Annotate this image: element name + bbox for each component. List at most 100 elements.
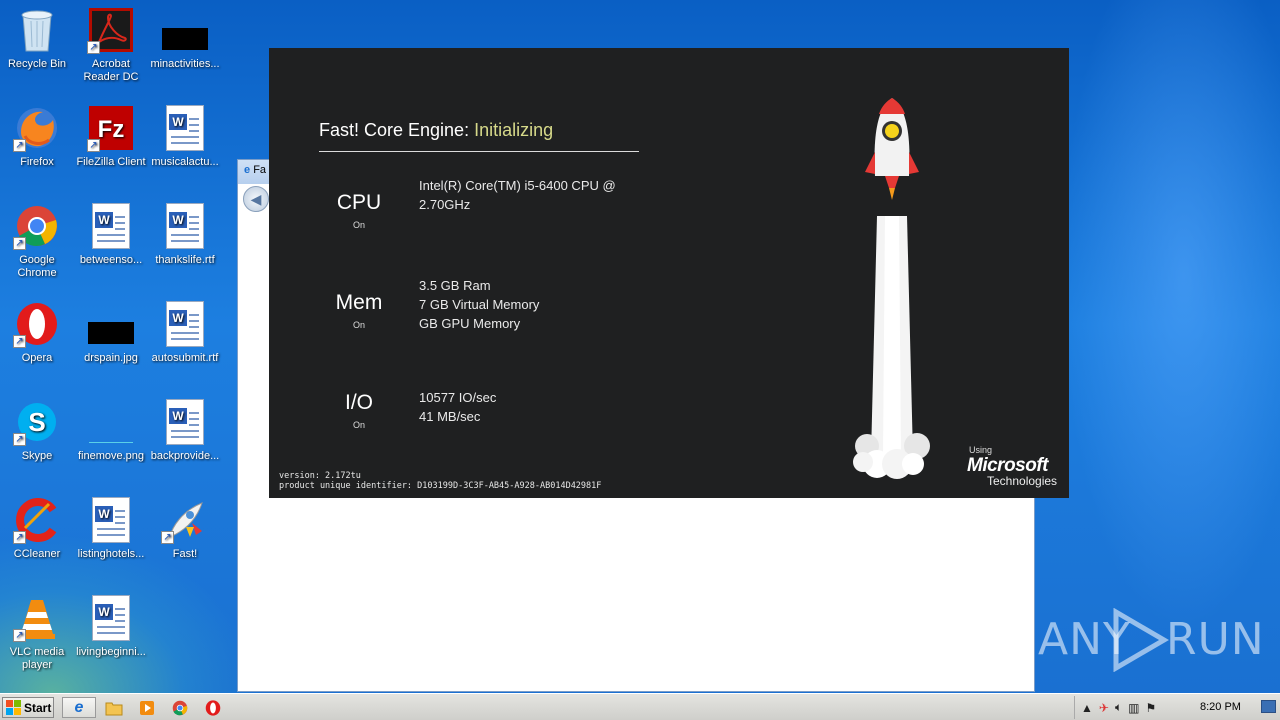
taskbar-ie-button[interactable]: e (62, 697, 96, 718)
desktop-icon-label: Acrobat Reader DC (83, 58, 139, 83)
cpu-info: Intel(R) Core(TM) i5-6400 CPU @ 2.70GHz (419, 176, 616, 214)
word-doc-icon: W (87, 496, 135, 544)
desktop-icon-chrome[interactable]: ↗ Google Chrome (0, 202, 74, 280)
desktop-icon-opera[interactable]: ↗ Opera (0, 300, 74, 365)
taskbar-clock[interactable]: 8:20 PM (1200, 701, 1241, 713)
desktop-icon-backprovide[interactable]: W backprovide... (148, 398, 222, 463)
mem-info-line: 3.5 GB Ram (419, 278, 491, 293)
desktop-icon-filezilla[interactable]: Fz ↗ FileZilla Client (74, 104, 148, 169)
cpu-info-line: 2.70GHz (419, 197, 471, 212)
word-doc-icon: W (87, 594, 135, 642)
desktop-icon-label: backprovide... (150, 450, 220, 462)
tray-rocket-icon[interactable]: ✈ (1099, 701, 1109, 715)
word-doc-icon: W (161, 398, 209, 446)
mem-state: On (352, 320, 365, 330)
taskbar-chrome-button[interactable] (166, 697, 194, 718)
desktop-icon-vlc[interactable]: ↗ VLC media player (0, 594, 74, 672)
desktop-icon-livingbeginni[interactable]: W livingbeginni... (74, 594, 148, 659)
taskbar-media-player-button[interactable] (133, 697, 161, 718)
shortcut-arrow-icon: ↗ (87, 41, 100, 54)
desktop-icon-firefox[interactable]: ↗ Firefox (0, 104, 74, 169)
shortcut-arrow-icon: ↗ (161, 531, 174, 544)
ie-icon: e (244, 164, 251, 176)
desktop-icon-fast[interactable]: ↗ Fast! (148, 496, 222, 561)
desktop-icon-label: Fast! (172, 548, 198, 560)
io-info-line: 41 MB/sec (419, 409, 481, 424)
desktop-icon-label: livingbeginni... (76, 646, 146, 658)
desktop-icon-skype[interactable]: S ↗ Skype (0, 398, 74, 463)
black-file-icon (87, 300, 135, 348)
word-doc-icon: W (161, 202, 209, 250)
desktop-icon-acrobat[interactable]: ↗ Acrobat Reader DC (74, 6, 148, 84)
taskbar-opera-button[interactable] (199, 697, 227, 718)
black-file-icon (161, 6, 209, 54)
desktop-icon-label: drspain.jpg (84, 352, 138, 364)
desktop-icon-label: Firefox (20, 156, 54, 168)
mem-info-line: 7 GB Virtual Memory (419, 297, 540, 312)
word-doc-icon: W (161, 300, 209, 348)
version-info: version: 2.172tu product unique identifi… (279, 471, 601, 491)
firefox-icon: ↗ (13, 104, 61, 152)
browser-title: Fa (253, 164, 267, 176)
desktop-icon-label: finemove.png (77, 450, 145, 462)
start-button[interactable]: Start (2, 697, 54, 718)
wallpaper-glow (1040, 0, 1280, 690)
desktop-icon-betweenso[interactable]: W betweenso... (74, 202, 148, 267)
word-doc-icon: W (161, 104, 209, 152)
back-button[interactable]: ◀ (243, 186, 269, 212)
product-id-label: product unique identifier: D103199D-3C3F… (279, 481, 602, 491)
image-file-icon (87, 398, 135, 446)
desktop-icon-label: minactivities... (150, 58, 220, 70)
taskbar-explorer-button[interactable] (100, 697, 128, 718)
engine-status: Initializing (474, 120, 554, 140)
show-desktop-button[interactable] (1261, 700, 1276, 713)
cpu-info-line: Intel(R) Core(TM) i5-6400 CPU @ (419, 178, 616, 193)
version-label: version: 2.172tu (279, 471, 361, 481)
desktop-icon-label: musicalactu... (151, 156, 219, 168)
desktop-icon-label: CCleaner (13, 548, 61, 560)
svg-text:S: S (28, 407, 45, 437)
back-arrow-icon: ◀ (250, 191, 262, 207)
io-info: 10577 IO/sec 41 MB/sec (419, 388, 496, 426)
desktop-icon-musicalactu[interactable]: W musicalactu... (148, 104, 222, 169)
watermark-right: RUN (1166, 614, 1265, 665)
desktop-icon-label: betweenso... (79, 254, 143, 266)
desktop-icon-drspain[interactable]: drspain.jpg (74, 300, 148, 365)
tray-expand-icon[interactable]: ▲ (1081, 701, 1093, 715)
shortcut-arrow-icon: ↗ (13, 237, 26, 250)
desktop-icon-label: autosubmit.rtf (151, 352, 219, 364)
opera-icon: ↗ (13, 300, 61, 348)
desktop-icon-label: FileZilla Client (76, 156, 146, 168)
svg-text:Fz: Fz (98, 116, 125, 143)
shortcut-arrow-icon: ↗ (87, 139, 100, 152)
filezilla-icon: Fz ↗ (87, 104, 135, 152)
chrome-icon: ↗ (13, 202, 61, 250)
io-label: I/O (344, 391, 373, 414)
desktop-icon-recycle-bin[interactable]: Recycle Bin (0, 6, 74, 71)
desktop-icon-ccleaner[interactable]: ↗ CCleaner (0, 496, 74, 561)
action-center-flag-icon[interactable]: ⚑ (1146, 701, 1157, 715)
rocket-illustration (853, 98, 930, 479)
recycle-bin-icon (13, 6, 61, 54)
volume-icon[interactable]: 🔈︎ (1115, 700, 1122, 715)
desktop-icon-label: thankslife.rtf (155, 254, 215, 266)
desktop-icon-listinghotels[interactable]: W listinghotels... (74, 496, 148, 561)
technologies-label: Technologies (987, 474, 1058, 488)
desktop-icon-label: Opera (21, 352, 53, 364)
desktop-icon-minactivities[interactable]: minactivities... (148, 6, 222, 71)
shortcut-arrow-icon: ↗ (13, 531, 26, 544)
using-label: Using (969, 445, 993, 455)
opera-icon (205, 699, 221, 716)
desktop-icon-finemove[interactable]: finemove.png (74, 398, 148, 463)
fast-rocket-icon: ↗ (161, 496, 209, 544)
fast-splash-screen: Fast! Core Engine: Initializing CPU On I… (269, 48, 1069, 498)
desktop-icon-thankslife[interactable]: W thankslife.rtf (148, 202, 222, 267)
mem-info: 3.5 GB Ram 7 GB Virtual Memory GB GPU Me… (419, 276, 539, 333)
cpu-label: CPU (336, 191, 382, 214)
desktop-icon-autosubmit[interactable]: W autosubmit.rtf (148, 300, 222, 365)
network-icon[interactable]: ▥ (1128, 701, 1139, 715)
shortcut-arrow-icon: ↗ (13, 139, 26, 152)
taskbar: Start e ▲ ✈ 🔈︎ ▥ ⚑ 8:20 PM (0, 693, 1280, 720)
windows-logo-icon (6, 699, 21, 715)
start-label: Start (24, 700, 52, 715)
